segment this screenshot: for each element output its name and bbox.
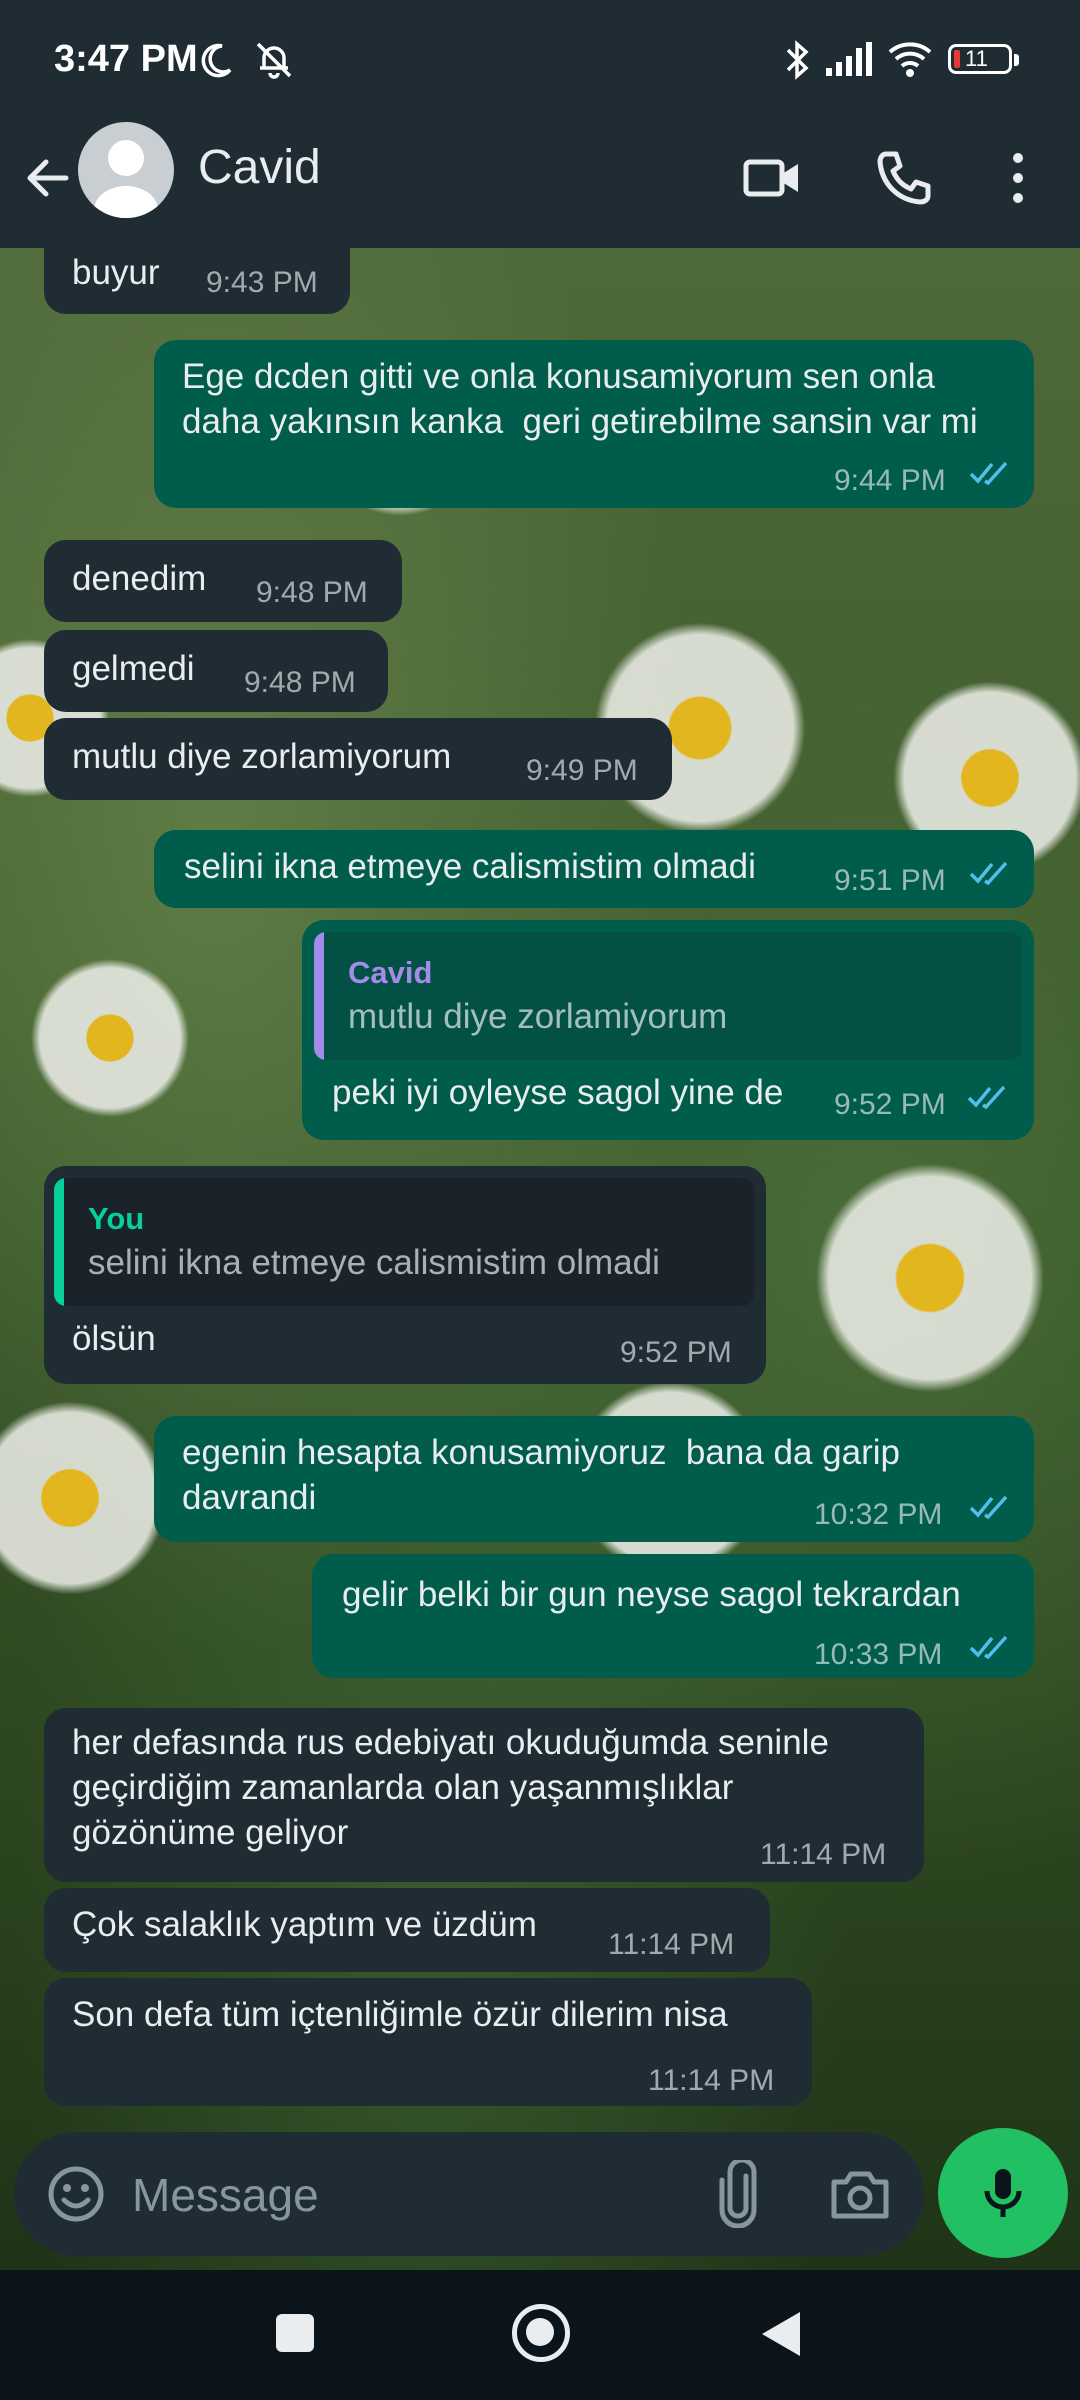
wallpaper-flower [800, 1148, 1060, 1408]
message-incoming[interactable]: denedim 9:48 PM [44, 540, 402, 622]
message-time: 10:33 PM [814, 1638, 943, 1671]
message-outgoing[interactable]: selini ikna etmeye calismistim olmadi 9:… [154, 830, 1034, 908]
message-outgoing[interactable]: gelir belki bir gun neyse sagol tekrarda… [312, 1554, 1034, 1678]
message-text: peki iyi oyleyse sagol yine de [332, 1073, 784, 1112]
back-button[interactable] [758, 2308, 804, 2360]
avatar[interactable] [78, 122, 174, 218]
quote-text: selini ikna etmeye calismistim olmadi [88, 1243, 660, 1282]
microphone-icon [984, 2169, 1022, 2217]
quote-author: Cavid [348, 955, 433, 990]
video-call-icon[interactable] [740, 146, 804, 210]
message-time: 9:48 PM [244, 666, 356, 699]
message-time: 9:44 PM [834, 464, 946, 497]
message-input[interactable]: Message [132, 2168, 319, 2222]
message-text: Son defa tüm içtenliğimle özür dilerim n… [72, 1995, 728, 2034]
contact-name[interactable]: Cavid [198, 140, 321, 195]
quote-text: mutlu diye zorlamiyorum [348, 997, 728, 1036]
wallpaper-flower [0, 1388, 180, 1608]
message-time: 11:14 PM [608, 1928, 735, 1961]
message-incoming[interactable]: gelmedi 9:48 PM [44, 630, 388, 712]
chat-header: Cavid [0, 120, 1080, 248]
message-text: buyur [72, 253, 160, 292]
chat-area[interactable]: buyur 9:43 PM Ege dcden gitti ve onla ko… [0, 248, 1080, 2270]
message-text: selini ikna etmeye calismistim olmadi [184, 847, 756, 886]
status-time: 3:47 PM [54, 38, 198, 80]
message-time: 11:14 PM [760, 1838, 887, 1871]
message-incoming[interactable]: You selini ikna etmeye calismistim olmad… [44, 1166, 766, 1384]
message-incoming[interactable]: mutlu diye zorlamiyorum 9:49 PM [44, 718, 672, 800]
back-arrow-icon[interactable] [20, 150, 76, 206]
message-incoming[interactable]: her defasında rus edebiyatı okuduğumda s… [44, 1708, 924, 1882]
read-receipt-icon [969, 861, 1008, 886]
battery-icon: 11 [948, 44, 1019, 74]
message-time: 9:49 PM [526, 754, 638, 787]
message-outgoing[interactable]: egenin hesapta konusamiyoruz bana da gar… [154, 1416, 1034, 1542]
message-text: gelir belki bir gun neyse sagol tekrarda… [342, 1575, 961, 1614]
wifi-icon [888, 42, 932, 77]
quote-author: You [88, 1201, 145, 1236]
message-time: 9:52 PM [834, 1088, 946, 1121]
battery-level: 11 [965, 46, 988, 71]
message-text: denedim [72, 559, 207, 598]
system-nav-bar [0, 2270, 1080, 2400]
signal-icon [826, 42, 872, 76]
message-incoming[interactable]: Çok salaklık yaptım ve üzdüm 11:14 PM [44, 1888, 770, 1972]
message-incoming[interactable]: Son defa tüm içtenliğimle özür dilerim n… [44, 1978, 812, 2106]
quote-bar [54, 1178, 64, 1306]
quoted-message[interactable]: Cavid mutlu diye zorlamiyorum [314, 932, 1022, 1060]
message-text: mutlu diye zorlamiyorum [72, 737, 452, 776]
message-outgoing[interactable]: Ege dcden gitti ve onla konusamiyorum se… [154, 340, 1034, 508]
mic-button[interactable] [938, 2128, 1068, 2258]
message-time: 9:51 PM [834, 864, 946, 897]
message-outgoing[interactable]: Cavid mutlu diye zorlamiyorum peki iyi o… [302, 920, 1034, 1140]
moon-icon [201, 43, 232, 78]
muted-bell-icon [256, 42, 292, 79]
read-receipt-icon [969, 461, 1008, 486]
message-text: ölsün [72, 1319, 156, 1358]
message-incoming[interactable]: buyur 9:43 PM [44, 248, 350, 314]
camera-icon[interactable] [828, 2162, 892, 2226]
recents-button[interactable] [276, 2314, 314, 2352]
default-avatar-icon [94, 140, 158, 218]
message-time: 11:14 PM [648, 2064, 775, 2097]
wallpaper-flower [20, 948, 200, 1128]
message-composer[interactable]: Message [14, 2132, 924, 2256]
message-time: 9:48 PM [256, 576, 368, 609]
voice-call-icon[interactable] [872, 146, 936, 210]
message-text: Çok salaklık yaptım ve üzdüm [72, 1905, 537, 1944]
message-time: 9:43 PM [206, 266, 318, 299]
read-receipt-icon [969, 1635, 1008, 1660]
more-options-icon[interactable] [1000, 146, 1036, 210]
quoted-message[interactable]: You selini ikna etmeye calismistim olmad… [54, 1178, 754, 1306]
quote-bar [314, 932, 324, 1060]
emoji-icon[interactable] [44, 2162, 108, 2226]
message-text: gelmedi [72, 649, 195, 688]
message-time: 10:32 PM [814, 1498, 943, 1531]
home-button[interactable] [512, 2304, 570, 2362]
message-time: 9:52 PM [620, 1336, 732, 1369]
bluetooth-icon [786, 40, 809, 80]
message-text: Ege dcden gitti ve onla konusamiyorum se… [182, 357, 978, 441]
status-bar: 3:47 PM 11 [0, 0, 1080, 120]
attach-icon[interactable] [710, 2160, 766, 2228]
read-receipt-icon [967, 1085, 1006, 1110]
read-receipt-icon [969, 1495, 1008, 1520]
